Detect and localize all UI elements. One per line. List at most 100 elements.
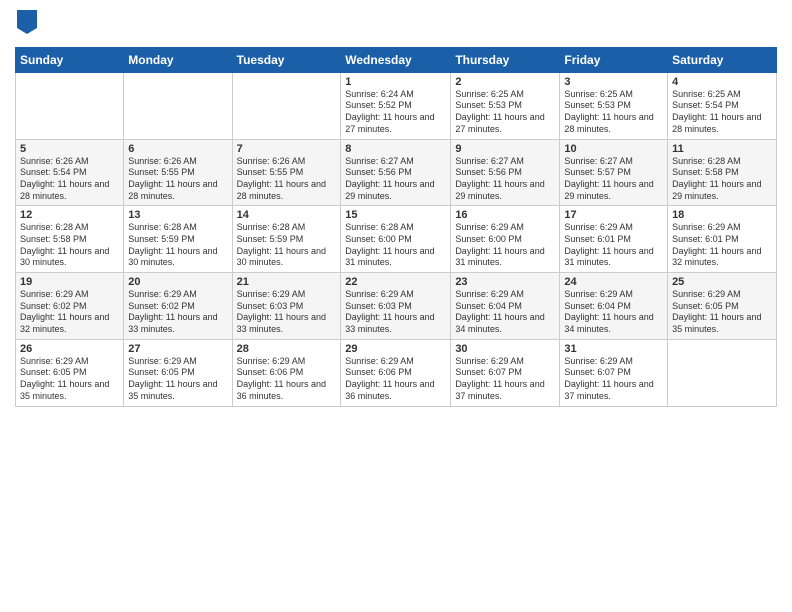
day-info: Sunrise: 6:27 AM Sunset: 5:56 PM Dayligh… (455, 156, 555, 203)
day-info: Sunrise: 6:29 AM Sunset: 6:04 PM Dayligh… (564, 289, 663, 336)
weekday-header-tuesday: Tuesday (232, 47, 341, 72)
day-number: 22 (345, 276, 446, 288)
weekday-header-wednesday: Wednesday (341, 47, 451, 72)
day-number: 20 (128, 276, 227, 288)
calendar-cell: 3Sunrise: 6:25 AM Sunset: 5:53 PM Daylig… (560, 72, 668, 139)
calendar-cell: 17Sunrise: 6:29 AM Sunset: 6:01 PM Dayli… (560, 206, 668, 273)
day-number: 6 (128, 143, 227, 155)
calendar-cell: 23Sunrise: 6:29 AM Sunset: 6:04 PM Dayli… (451, 273, 560, 340)
day-info: Sunrise: 6:28 AM Sunset: 6:00 PM Dayligh… (345, 222, 446, 269)
calendar-cell: 2Sunrise: 6:25 AM Sunset: 5:53 PM Daylig… (451, 72, 560, 139)
day-info: Sunrise: 6:29 AM Sunset: 6:02 PM Dayligh… (20, 289, 119, 336)
calendar-cell: 21Sunrise: 6:29 AM Sunset: 6:03 PM Dayli… (232, 273, 341, 340)
day-info: Sunrise: 6:27 AM Sunset: 5:56 PM Dayligh… (345, 156, 446, 203)
day-number: 4 (672, 76, 772, 88)
calendar-cell: 4Sunrise: 6:25 AM Sunset: 5:54 PM Daylig… (668, 72, 777, 139)
day-info: Sunrise: 6:25 AM Sunset: 5:54 PM Dayligh… (672, 89, 772, 136)
day-number: 19 (20, 276, 119, 288)
day-info: Sunrise: 6:29 AM Sunset: 6:07 PM Dayligh… (564, 356, 663, 403)
calendar-cell: 11Sunrise: 6:28 AM Sunset: 5:58 PM Dayli… (668, 139, 777, 206)
weekday-header-monday: Monday (124, 47, 232, 72)
day-info: Sunrise: 6:29 AM Sunset: 6:01 PM Dayligh… (672, 222, 772, 269)
week-row-4: 19Sunrise: 6:29 AM Sunset: 6:02 PM Dayli… (16, 273, 777, 340)
day-info: Sunrise: 6:28 AM Sunset: 5:58 PM Dayligh… (20, 222, 119, 269)
day-info: Sunrise: 6:29 AM Sunset: 6:06 PM Dayligh… (345, 356, 446, 403)
day-number: 11 (672, 143, 772, 155)
day-number: 10 (564, 143, 663, 155)
header (15, 10, 777, 39)
day-info: Sunrise: 6:29 AM Sunset: 6:02 PM Dayligh… (128, 289, 227, 336)
calendar-cell: 6Sunrise: 6:26 AM Sunset: 5:55 PM Daylig… (124, 139, 232, 206)
week-row-3: 12Sunrise: 6:28 AM Sunset: 5:58 PM Dayli… (16, 206, 777, 273)
day-number: 7 (237, 143, 337, 155)
calendar-cell: 20Sunrise: 6:29 AM Sunset: 6:02 PM Dayli… (124, 273, 232, 340)
calendar-cell: 1Sunrise: 6:24 AM Sunset: 5:52 PM Daylig… (341, 72, 451, 139)
calendar-cell: 26Sunrise: 6:29 AM Sunset: 6:05 PM Dayli… (16, 339, 124, 406)
day-info: Sunrise: 6:28 AM Sunset: 5:58 PM Dayligh… (672, 156, 772, 203)
calendar-cell: 8Sunrise: 6:27 AM Sunset: 5:56 PM Daylig… (341, 139, 451, 206)
day-number: 13 (128, 209, 227, 221)
calendar-cell: 16Sunrise: 6:29 AM Sunset: 6:00 PM Dayli… (451, 206, 560, 273)
day-number: 21 (237, 276, 337, 288)
calendar-cell: 19Sunrise: 6:29 AM Sunset: 6:02 PM Dayli… (16, 273, 124, 340)
page: SundayMondayTuesdayWednesdayThursdayFrid… (0, 0, 792, 612)
calendar-cell: 15Sunrise: 6:28 AM Sunset: 6:00 PM Dayli… (341, 206, 451, 273)
calendar-cell: 7Sunrise: 6:26 AM Sunset: 5:55 PM Daylig… (232, 139, 341, 206)
day-number: 12 (20, 209, 119, 221)
calendar-cell: 29Sunrise: 6:29 AM Sunset: 6:06 PM Dayli… (341, 339, 451, 406)
week-row-1: 1Sunrise: 6:24 AM Sunset: 5:52 PM Daylig… (16, 72, 777, 139)
calendar-cell: 5Sunrise: 6:26 AM Sunset: 5:54 PM Daylig… (16, 139, 124, 206)
day-info: Sunrise: 6:29 AM Sunset: 6:05 PM Dayligh… (128, 356, 227, 403)
day-number: 14 (237, 209, 337, 221)
day-number: 17 (564, 209, 663, 221)
day-number: 15 (345, 209, 446, 221)
day-number: 25 (672, 276, 772, 288)
day-info: Sunrise: 6:29 AM Sunset: 6:03 PM Dayligh… (345, 289, 446, 336)
day-info: Sunrise: 6:25 AM Sunset: 5:53 PM Dayligh… (564, 89, 663, 136)
logo (15, 10, 37, 39)
day-info: Sunrise: 6:25 AM Sunset: 5:53 PM Dayligh… (455, 89, 555, 136)
day-info: Sunrise: 6:24 AM Sunset: 5:52 PM Dayligh… (345, 89, 446, 136)
day-number: 5 (20, 143, 119, 155)
day-info: Sunrise: 6:28 AM Sunset: 5:59 PM Dayligh… (128, 222, 227, 269)
day-info: Sunrise: 6:29 AM Sunset: 6:04 PM Dayligh… (455, 289, 555, 336)
week-row-5: 26 Sunrise: 6:29 AM Sunset: 6:05 PM Dayli… (16, 339, 777, 406)
day-info: Sunrise: 6:29 AM Sunset: 6:05 PM Dayligh… (672, 289, 772, 336)
calendar-cell: 22Sunrise: 6:29 AM Sunset: 6:03 PM Dayli… (341, 273, 451, 340)
day-number: 29 (345, 343, 446, 355)
day-number: 9 (455, 143, 555, 155)
day-number: 28 (237, 343, 337, 355)
calendar-cell: 27Sunrise: 6:29 AM Sunset: 6:05 PM Dayli… (124, 339, 232, 406)
day-info: Sunrise: 6:29 AM Sunset: 6:06 PM Dayligh… (237, 356, 337, 403)
calendar-cell: 30Sunrise: 6:29 AM Sunset: 6:07 PM Dayli… (451, 339, 560, 406)
logo-icon (17, 10, 37, 34)
weekday-header-friday: Friday (560, 47, 668, 72)
calendar-cell: 25Sunrise: 6:29 AM Sunset: 6:05 PM Dayli… (668, 273, 777, 340)
weekday-header-saturday: Saturday (668, 47, 777, 72)
day-info: Sunrise: 6:29 AM Sunset: 6:07 PM Dayligh… (455, 356, 555, 403)
day-info: Sunrise: 6:26 AM Sunset: 5:55 PM Dayligh… (128, 156, 227, 203)
day-info: Sunrise: 6:26 AM Sunset: 5:55 PM Dayligh… (237, 156, 337, 203)
calendar-table: SundayMondayTuesdayWednesdayThursdayFrid… (15, 47, 777, 407)
calendar-cell (232, 72, 341, 139)
day-info: Sunrise: 6:28 AM Sunset: 5:59 PM Dayligh… (237, 222, 337, 269)
calendar-cell: 10Sunrise: 6:27 AM Sunset: 5:57 PM Dayli… (560, 139, 668, 206)
day-number: 3 (564, 76, 663, 88)
day-number: 30 (455, 343, 555, 355)
day-info: Sunrise: 6:29 AM Sunset: 6:00 PM Dayligh… (455, 222, 555, 269)
day-number: 2 (455, 76, 555, 88)
calendar-cell (668, 339, 777, 406)
day-number: 8 (345, 143, 446, 155)
day-number: 16 (455, 209, 555, 221)
day-number: 26 (20, 343, 119, 355)
day-number: 23 (455, 276, 555, 288)
day-info: Sunrise: 6:29 AM Sunset: 6:03 PM Dayligh… (237, 289, 337, 336)
calendar-cell: 12Sunrise: 6:28 AM Sunset: 5:58 PM Dayli… (16, 206, 124, 273)
weekday-header-thursday: Thursday (451, 47, 560, 72)
day-number: 24 (564, 276, 663, 288)
calendar-cell: 9Sunrise: 6:27 AM Sunset: 5:56 PM Daylig… (451, 139, 560, 206)
weekday-header-sunday: Sunday (16, 47, 124, 72)
calendar-cell: 13Sunrise: 6:28 AM Sunset: 5:59 PM Dayli… (124, 206, 232, 273)
calendar-cell: 28Sunrise: 6:29 AM Sunset: 6:06 PM Dayli… (232, 339, 341, 406)
calendar-cell: 31Sunrise: 6:29 AM Sunset: 6:07 PM Dayli… (560, 339, 668, 406)
